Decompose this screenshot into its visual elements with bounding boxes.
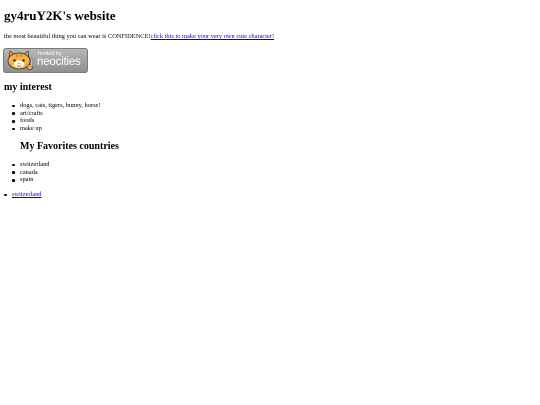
- site-title: gy4ruY2K's website: [4, 8, 116, 23]
- interests-list: dogs, cats, tigers, bunny, horse! art/cr…: [12, 102, 101, 133]
- badge-brand-text: neocities: [37, 56, 81, 68]
- countries-list: switzerland canada spain: [11, 161, 50, 184]
- country-item: spain: [11, 176, 49, 184]
- country-item: canada: [11, 169, 49, 177]
- country-item: switzerland: [11, 161, 50, 168]
- link-item: switzerland: [3, 191, 41, 199]
- neocities-badge[interactable]: hosted by neocities: [3, 48, 88, 73]
- character-maker-link[interactable]: click this to make your very own cute ch…: [151, 33, 275, 40]
- links-list: switzerland: [3, 191, 41, 199]
- interests-heading: my interest: [4, 82, 52, 93]
- countries-heading: My Favorites countries: [20, 141, 119, 152]
- interest-item: dogs, cats, tigers, bunny, horse!: [12, 102, 101, 109]
- page: gy4ruY2K's website the most beautiful th…: [0, 0, 540, 405]
- switzerland-link[interactable]: switzerland: [12, 191, 41, 198]
- interest-item: make up: [12, 125, 101, 133]
- neocities-cat-icon: [7, 50, 34, 70]
- tagline: the most beautiful thing you can wear is…: [4, 33, 274, 41]
- tagline-text: the most beautiful thing you can wear is…: [4, 33, 151, 40]
- interest-item: foods: [12, 117, 101, 125]
- interest-item: art/crafts: [12, 110, 101, 118]
